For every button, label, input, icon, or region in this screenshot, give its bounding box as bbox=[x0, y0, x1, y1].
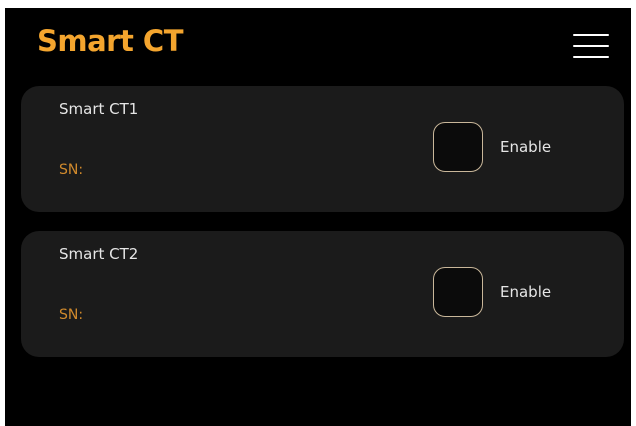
menu-bar bbox=[573, 34, 609, 36]
serial-number-label: SN: bbox=[59, 307, 84, 323]
device-card-ct1: Smart CT1 SN: Enable bbox=[21, 86, 624, 212]
device-name: Smart CT1 bbox=[59, 100, 139, 118]
hamburger-menu-icon[interactable] bbox=[573, 32, 609, 60]
serial-number-label: SN: bbox=[59, 162, 84, 178]
menu-bar bbox=[573, 56, 609, 58]
enable-checkbox[interactable] bbox=[433, 122, 483, 172]
enable-label: Enable bbox=[500, 283, 552, 301]
enable-checkbox[interactable] bbox=[433, 267, 483, 317]
page-title: Smart CT bbox=[37, 24, 184, 58]
device-name: Smart CT2 bbox=[59, 245, 139, 263]
menu-bar bbox=[573, 45, 609, 47]
enable-label: Enable bbox=[500, 138, 552, 156]
app-screen: Smart CT Smart CT1 SN: Enable Smart CT2 … bbox=[5, 8, 631, 426]
device-card-ct2: Smart CT2 SN: Enable bbox=[21, 231, 624, 357]
